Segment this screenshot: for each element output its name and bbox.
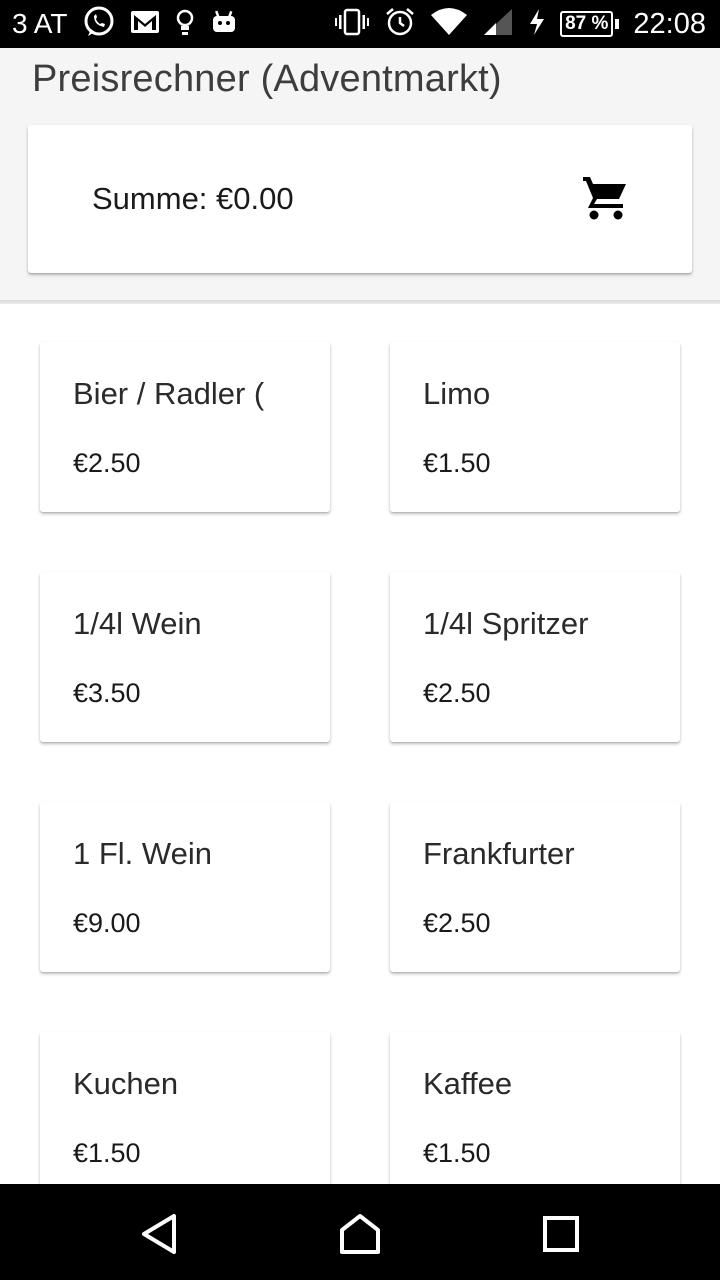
navigation-bar (0, 1184, 720, 1280)
product-name: 1/4l Wein (73, 606, 202, 641)
product-name: Frankfurter (423, 836, 575, 871)
shopping-cart-icon (582, 174, 630, 225)
clock: 22:08 (633, 7, 706, 40)
total-sum: Summe: €0.00 (92, 181, 294, 216)
status-bar: 3 AT 87 % 22:08 (0, 0, 720, 48)
charging-icon (528, 8, 546, 41)
battery-nub (615, 19, 620, 29)
android-icon (210, 8, 238, 41)
product-price: €1.50 (423, 1138, 491, 1168)
alarm-icon (384, 6, 416, 43)
product-card[interactable]: Bier / Radler ( €2.50 (40, 342, 330, 512)
cart-button[interactable] (578, 173, 634, 225)
product-card[interactable]: Kuchen €1.50 (40, 1032, 330, 1184)
battery-indicator: 87 % (560, 11, 620, 37)
product-price: €2.50 (73, 448, 141, 478)
header-area: Preisrechner (Adventmarkt) Summe: €0.00 (0, 48, 720, 302)
back-triangle-icon (138, 1214, 182, 1260)
product-card[interactable]: 1/4l Wein €3.50 (40, 572, 330, 742)
whatsapp-icon (82, 5, 116, 44)
product-price: €2.50 (423, 908, 491, 938)
battery-level: 87 % (560, 11, 614, 37)
product-name: 1/4l Spritzer (423, 606, 589, 641)
product-price: €9.00 (73, 908, 141, 938)
back-button[interactable] (138, 1212, 182, 1256)
wifi-icon (430, 7, 468, 42)
page-title: Preisrechner (Adventmarkt) (32, 58, 502, 100)
recents-button[interactable] (539, 1212, 583, 1256)
signal-icon (482, 7, 514, 42)
home-button[interactable] (338, 1212, 382, 1256)
vibrate-icon (334, 7, 370, 42)
product-name: Bier / Radler ( (73, 376, 265, 411)
product-card[interactable]: Kaffee €1.50 (390, 1032, 680, 1184)
product-price: €1.50 (423, 448, 491, 478)
product-price: €1.50 (73, 1138, 141, 1168)
product-name: 1 Fl. Wein (73, 836, 212, 871)
product-card[interactable]: 1/4l Spritzer €2.50 (390, 572, 680, 742)
recents-square-icon (539, 1216, 583, 1260)
lightbulb-icon (174, 7, 196, 42)
product-grid: Bier / Radler ( €2.50 Limo €1.50 1/4l We… (0, 304, 720, 1184)
product-price: €3.50 (73, 678, 141, 708)
home-icon (338, 1214, 382, 1260)
product-card[interactable]: Frankfurter €2.50 (390, 802, 680, 972)
gmail-icon (130, 10, 160, 39)
product-name: Kuchen (73, 1066, 179, 1101)
product-card[interactable]: Limo €1.50 (390, 342, 680, 512)
summary-card: Summe: €0.00 (28, 125, 692, 273)
product-price: €2.50 (423, 678, 491, 708)
carrier-label: 3 AT (12, 8, 68, 39)
product-name: Limo (423, 376, 491, 411)
product-name: Kaffee (423, 1066, 513, 1101)
product-card[interactable]: 1 Fl. Wein €9.00 (40, 802, 330, 972)
